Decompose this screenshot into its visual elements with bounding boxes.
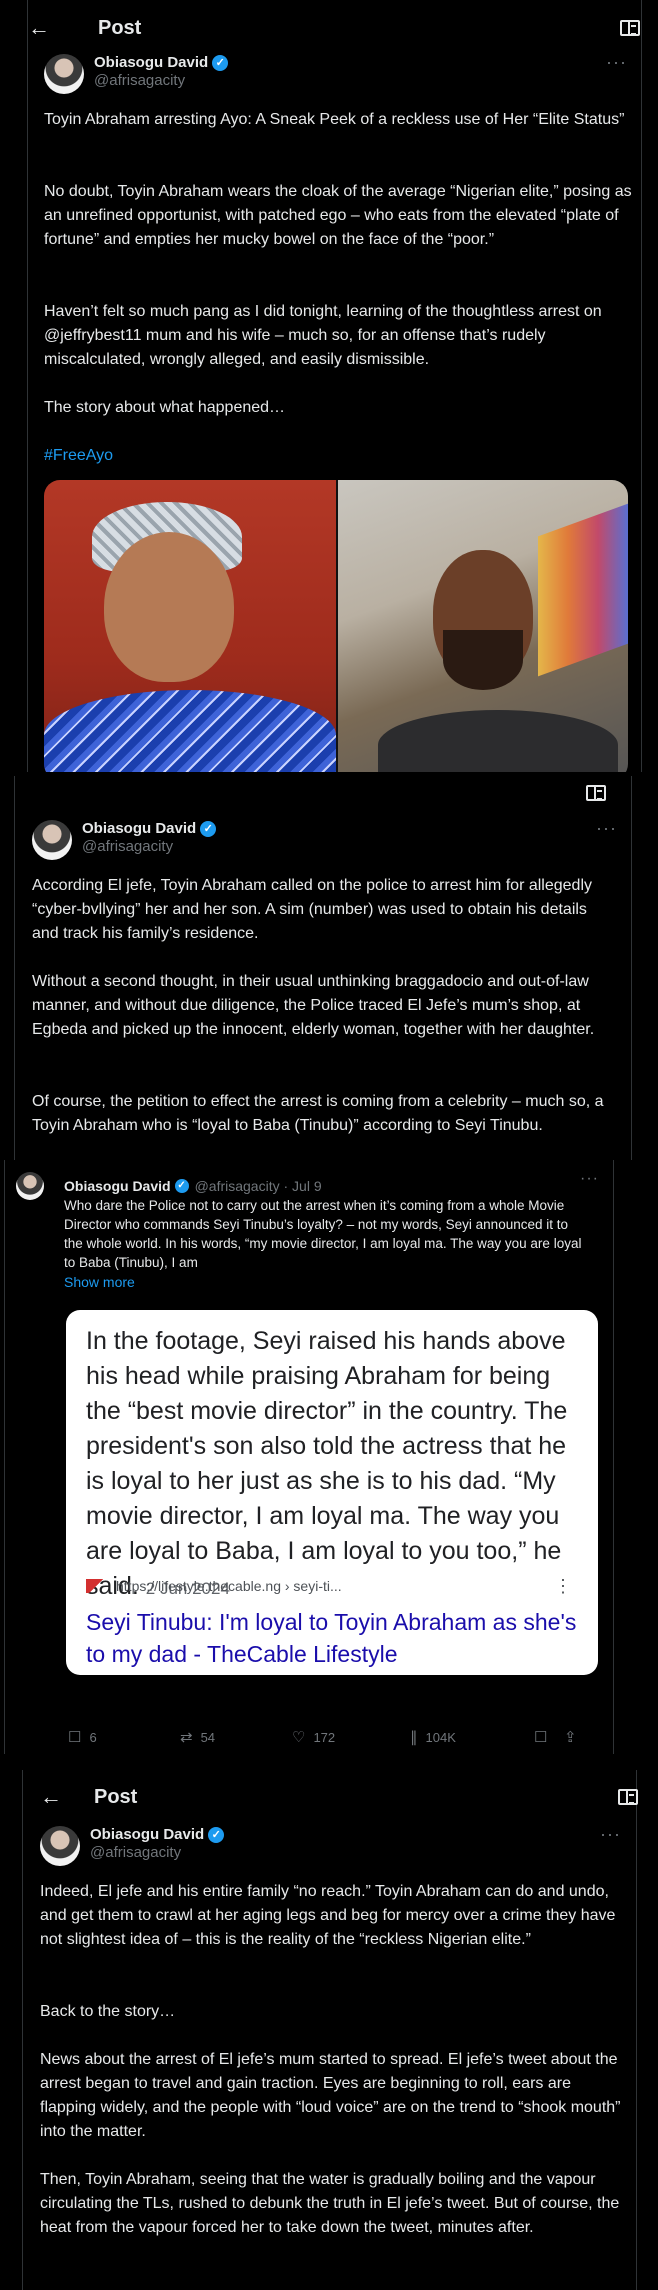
reader-mode-icon[interactable] <box>620 20 640 36</box>
author-handle[interactable]: @afrisagacity <box>94 72 228 89</box>
reply-count: 6 <box>89 1729 97 1745</box>
action-bar: ☐ 6 ⇄ 54 ♡ 172 ∥ 104K ☐ ⇪ <box>68 1728 608 1746</box>
tweet-paragraph: According El jefe, Toyin Abraham called … <box>32 877 597 942</box>
photo-man[interactable] <box>336 480 628 772</box>
author-name[interactable]: Obiasogu David <box>94 54 208 71</box>
author-handle[interactable]: @afrisagacity <box>90 1844 224 1861</box>
post-section-3: Obiasogu David ✓ @afrisagacity · Jul 9 ·… <box>0 1160 658 1754</box>
link-preview-card[interactable]: In the footage, Seyi raised his hands ab… <box>66 1310 598 1675</box>
column-border-left <box>4 1160 5 1754</box>
author-row[interactable]: Obiasogu David ✓ @afrisagacity <box>32 820 217 860</box>
author-name[interactable]: Obiasogu David <box>90 1826 204 1843</box>
back-arrow-icon[interactable]: ← <box>28 15 56 41</box>
media-image-pair[interactable] <box>44 480 628 772</box>
photo-woman[interactable] <box>44 480 336 772</box>
column-border-left <box>27 0 28 772</box>
column-border-right <box>641 0 642 772</box>
tweet-paragraph: Indeed, El jefe and his entire family “n… <box>40 1883 620 1948</box>
top-bar: ← Post <box>28 0 640 56</box>
tweet-paragraph: News about the arrest of El jefe’s mum s… <box>40 2051 625 2140</box>
column-border-left <box>22 1770 23 2290</box>
post-section-4: ← Post Obiasogu David ✓ @afrisagacity ··… <box>0 1770 658 2290</box>
reader-mode-icon[interactable] <box>618 1789 638 1805</box>
tweet-paragraph: Without a second thought, in their usual… <box>32 973 595 1038</box>
column-border-left <box>14 776 15 1160</box>
bookmark-icon: ☐ <box>534 1729 548 1746</box>
more-options-icon[interactable]: ··· <box>600 1824 621 1845</box>
column-border-right <box>613 1160 614 1754</box>
avatar[interactable] <box>44 54 84 94</box>
author-row[interactable]: Obiasogu David ✓ @afrisagacity <box>40 1826 225 1866</box>
like-button[interactable]: ♡ 172 <box>292 1728 410 1746</box>
beard-shape <box>443 630 523 690</box>
card-snippet-text: In the footage, Seyi raised his hands ab… <box>86 1327 568 1600</box>
shirt-shape <box>378 710 618 772</box>
tweet-paragraph: The story about what happened… <box>44 399 286 416</box>
page-title: Post <box>94 1785 138 1808</box>
verified-badge-icon: ✓ <box>212 54 229 71</box>
tweet-paragraph: Toyin Abraham arresting Ayo: A Sneak Pee… <box>44 111 625 128</box>
avatar[interactable] <box>32 820 72 860</box>
share-icon: ⇪ <box>564 1729 577 1746</box>
view-count: 104K <box>425 1729 456 1745</box>
hashtag-link[interactable]: #FreeAyo <box>44 444 113 468</box>
more-options-icon[interactable]: ··· <box>606 52 627 73</box>
reply-icon: ☐ <box>68 1729 82 1746</box>
verified-badge-icon: ✓ <box>208 1826 225 1843</box>
share-button[interactable]: ⇪ <box>564 1728 585 1746</box>
page-title: Post <box>98 16 142 39</box>
card-link-title[interactable]: Seyi Tinubu: I'm loyal to Toyin Abraham … <box>86 1606 580 1670</box>
author-name[interactable]: Obiasogu David <box>64 1178 171 1194</box>
like-count: 172 <box>313 1729 336 1745</box>
top-bar: ← Post <box>40 1770 638 1824</box>
card-snippet: In the footage, Seyi raised his hands ab… <box>86 1324 580 1606</box>
bookmark-button[interactable]: ☐ <box>534 1728 564 1746</box>
tweet-paragraph: Back to the story… <box>40 2003 176 2020</box>
post-section-1: ← Post Obiasogu David ✓ @afrisagacity ··… <box>0 0 658 772</box>
reader-mode-icon[interactable] <box>586 785 606 801</box>
reply-button[interactable]: ☐ 6 <box>68 1728 180 1746</box>
tweet-paragraph: Haven’t felt so much pang as I did tonig… <box>44 303 607 368</box>
flag-shape <box>538 503 628 677</box>
avatar[interactable] <box>40 1826 80 1866</box>
tweet-paragraph: Of course, the petition to effect the ar… <box>32 1093 608 1134</box>
dress-shape <box>44 690 336 772</box>
tweet-meta[interactable]: @afrisagacity · Jul 9 <box>195 1178 322 1194</box>
quoted-tweet-text: Who dare the Police not to carry out the… <box>64 1198 582 1270</box>
show-more-link[interactable]: Show more <box>64 1274 135 1290</box>
analytics-icon: ∥ <box>410 1729 418 1746</box>
column-border-right <box>631 776 632 1160</box>
repost-icon: ⇄ <box>180 1729 193 1746</box>
tweet-paragraph: Then, Toyin Abraham, seeing that the wat… <box>40 2171 624 2236</box>
author-handle[interactable]: @afrisagacity <box>82 838 216 855</box>
heart-icon: ♡ <box>292 1729 306 1746</box>
more-vertical-icon[interactable]: ⋮ <box>554 1576 572 1597</box>
card-source[interactable]: https://lifestyle.thecable.ng › seyi-ti.… <box>86 1578 342 1594</box>
back-arrow-icon[interactable]: ← <box>40 1784 68 1810</box>
author-row[interactable]: Obiasogu David ✓ @afrisagacity <box>44 54 229 94</box>
thecable-logo-icon <box>86 1579 106 1593</box>
verified-badge-icon: ✓ <box>200 820 217 837</box>
avatar[interactable] <box>16 1172 44 1200</box>
author-name[interactable]: Obiasogu David <box>82 820 196 837</box>
verified-badge-icon: ✓ <box>174 1179 189 1193</box>
views-button[interactable]: ∥ 104K <box>410 1728 534 1746</box>
tweet-paragraph: No doubt, Toyin Abraham wears the cloak … <box>44 183 637 248</box>
more-options-icon[interactable]: ··· <box>580 1170 599 1188</box>
more-options-icon[interactable]: ··· <box>596 818 617 839</box>
repost-count: 54 <box>200 1729 216 1745</box>
post-section-2: Obiasogu David ✓ @afrisagacity ··· Accor… <box>0 776 658 1160</box>
card-source-url[interactable]: https://lifestyle.thecable.ng › seyi-ti.… <box>116 1578 342 1594</box>
repost-button[interactable]: ⇄ 54 <box>180 1728 292 1746</box>
column-border-right <box>636 1770 637 2290</box>
face-shape <box>104 532 234 682</box>
